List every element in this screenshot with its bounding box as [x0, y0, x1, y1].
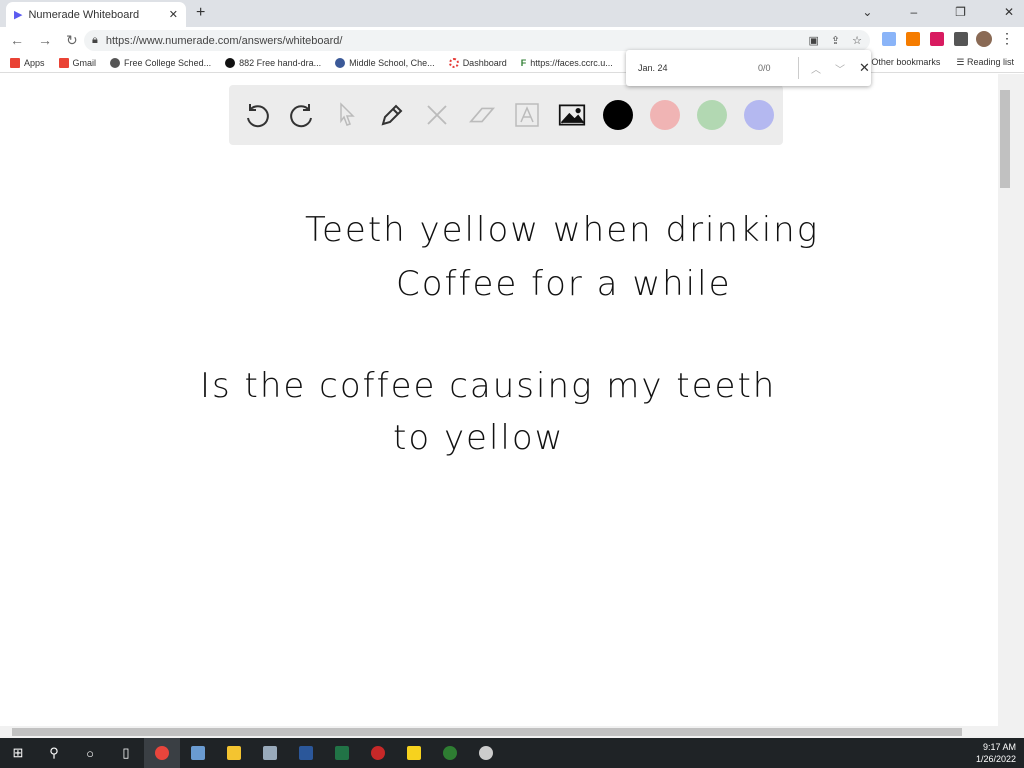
- handwritten-line: to yellow: [393, 418, 565, 458]
- apps-icon: [10, 57, 20, 68]
- tab-numerade[interactable]: ▶ Numerade Whiteboard ✕: [6, 2, 186, 27]
- bookmark-dashboard[interactable]: Dashboard: [448, 57, 507, 68]
- close-tab-icon[interactable]: ✕: [169, 8, 178, 21]
- bookmark-label: Free College Sched...: [124, 57, 212, 68]
- find-next-icon[interactable]: ﹀: [835, 61, 845, 76]
- find-bar: Jan. 24 0/0 ︿ ﹀ ✕: [626, 50, 871, 86]
- task-view-icon[interactable]: ▯: [108, 738, 144, 768]
- site-icon: [225, 57, 236, 68]
- minimize-button[interactable]: –: [910, 5, 917, 19]
- undo-icon[interactable]: [243, 101, 271, 129]
- bookmark-college[interactable]: Free College Sched...: [110, 57, 212, 68]
- find-close-icon[interactable]: ✕: [859, 60, 870, 76]
- color-black[interactable]: [603, 100, 633, 130]
- address-bar-row: ← → ↻ 🔒︎ https://www.numerade.com/answers/…: [0, 27, 1024, 53]
- time: 9:17 AM: [982, 742, 1016, 752]
- whiteboard-toolbar: [229, 85, 783, 145]
- find-icon[interactable]: ▣: [809, 34, 819, 47]
- paint-icon[interactable]: [180, 738, 216, 768]
- chrome-icon[interactable]: [144, 738, 180, 768]
- bookmark-label: Gmail: [72, 57, 97, 68]
- color-green[interactable]: [697, 100, 727, 130]
- url-input[interactable]: 🔒︎ https://www.numerade.com/answers/whit…: [84, 30, 870, 51]
- image-icon[interactable]: [558, 101, 586, 129]
- sticky-notes-icon[interactable]: [396, 738, 432, 768]
- color-pink[interactable]: [650, 100, 680, 130]
- f-icon: F: [520, 57, 527, 68]
- other-bookmarks[interactable]: Other bookmarks: [871, 57, 940, 68]
- avatar[interactable]: [976, 31, 992, 47]
- back-icon[interactable]: ←: [10, 32, 24, 49]
- app-icon[interactable]: [252, 738, 288, 768]
- menu-icon[interactable]: ⋮: [1000, 30, 1014, 47]
- word-icon[interactable]: [288, 738, 324, 768]
- scroll-thumb[interactable]: [1000, 90, 1010, 188]
- pointer-icon[interactable]: [333, 101, 361, 129]
- bookmark-gmail[interactable]: Gmail: [58, 57, 97, 68]
- star-icon[interactable]: ☆: [852, 34, 862, 47]
- extensions-icon[interactable]: [954, 32, 968, 46]
- search-icon[interactable]: ⚲: [36, 738, 72, 768]
- bookmark-hand-drawn[interactable]: 882 Free hand-dra...: [225, 57, 322, 68]
- cd-app-icon[interactable]: [432, 738, 468, 768]
- scroll-thumb[interactable]: [12, 728, 962, 736]
- forward-icon[interactable]: →: [38, 32, 52, 49]
- lock-icon: 🔒︎: [92, 34, 98, 46]
- bookmark-label: Middle School, Che...: [349, 57, 435, 68]
- tab-title: Numerade Whiteboard: [28, 8, 140, 21]
- tools-icon[interactable]: [423, 101, 451, 129]
- date: 1/26/2022: [975, 754, 1016, 764]
- handwritten-line: Coffee for a while: [396, 264, 732, 304]
- close-window-button[interactable]: ✕: [1004, 5, 1014, 19]
- cortana-icon[interactable]: ○: [72, 738, 108, 768]
- horizontal-scrollbar[interactable]: [0, 726, 1024, 738]
- eraser-icon[interactable]: [468, 101, 496, 129]
- windows-start-icon[interactable]: ⊞: [0, 738, 36, 768]
- taskbar: ⊞ ⚲ ○ ▯ 9:17 AM 1/26/2022: [0, 738, 1024, 768]
- share-icon[interactable]: ⇪: [831, 34, 840, 47]
- app-red-icon[interactable]: [360, 738, 396, 768]
- reload-icon[interactable]: ↻: [66, 32, 78, 49]
- site-icon: [335, 57, 346, 68]
- excel-icon[interactable]: [324, 738, 360, 768]
- app-y-icon[interactable]: [468, 738, 504, 768]
- ib-extension-icon[interactable]: [930, 32, 944, 46]
- bookmark-label: https://faces.ccrc.u...: [530, 57, 613, 68]
- k-extension-icon[interactable]: [906, 32, 920, 46]
- docs-extension-icon[interactable]: [882, 32, 896, 46]
- url-text: https://www.numerade.com/answers/whitebo…: [105, 34, 343, 47]
- bookmark-middle-school[interactable]: Middle School, Che...: [335, 57, 435, 68]
- reading-list-label: Reading list: [966, 57, 1014, 67]
- bookmark-apps[interactable]: Apps: [10, 57, 45, 68]
- find-input[interactable]: Jan. 24: [638, 63, 758, 73]
- text-icon[interactable]: [513, 101, 541, 129]
- clock[interactable]: 9:17 AM 1/26/2022: [976, 741, 1016, 765]
- bookmark-label: Dashboard: [462, 57, 507, 68]
- color-blue[interactable]: [744, 100, 774, 130]
- whiteboard-canvas[interactable]: Teeth yellow when drinking Coffee for a …: [0, 74, 998, 726]
- new-tab-button[interactable]: +: [196, 4, 205, 22]
- globe-icon: [110, 57, 121, 68]
- divider: [798, 57, 799, 79]
- find-prev-icon[interactable]: ︿: [811, 61, 821, 76]
- numerade-logo-icon: ▶: [14, 9, 23, 21]
- find-count: 0/0: [758, 63, 771, 73]
- tab-bar: ▶ Numerade Whiteboard ✕ + ⌄ – ❐ ✕: [0, 0, 1024, 27]
- pen-icon[interactable]: [378, 101, 406, 129]
- vertical-scrollbar[interactable]: [998, 74, 1024, 726]
- handwritten-line: Is the coffee causing my teeth: [200, 366, 777, 406]
- tab-search-icon[interactable]: ⌄: [862, 5, 872, 19]
- file-explorer-icon[interactable]: [216, 738, 252, 768]
- bookmark-label: Apps: [24, 57, 45, 68]
- handwritten-line: Teeth yellow when drinking: [305, 210, 820, 250]
- reading-list[interactable]: ☰ Reading list: [956, 57, 1014, 68]
- bookmark-label: 882 Free hand-dra...: [239, 57, 322, 68]
- dashboard-icon: [448, 57, 459, 68]
- restore-button[interactable]: ❐: [955, 5, 966, 19]
- redo-icon[interactable]: [288, 101, 316, 129]
- gmail-icon: [58, 57, 69, 68]
- bookmark-faces[interactable]: Fhttps://faces.ccrc.u...: [521, 58, 613, 68]
